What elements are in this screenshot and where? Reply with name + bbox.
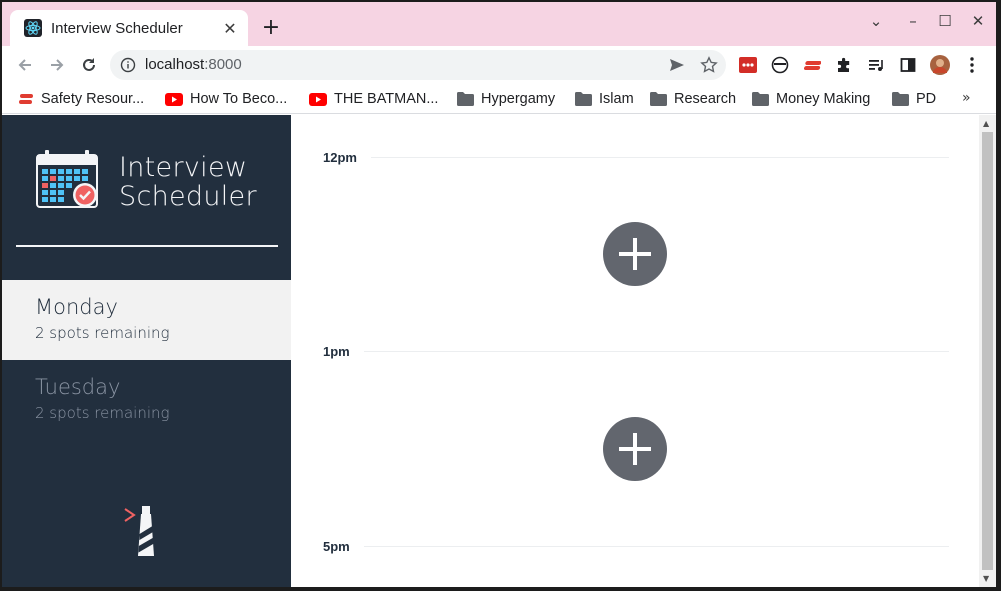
appointment-divider	[370, 156, 949, 158]
bookmark-item[interactable]: How To Beco...	[165, 89, 287, 109]
bookmark-label: Hypergamy	[481, 91, 556, 107]
tab-close-icon[interactable]: ✕	[218, 16, 242, 40]
star-icon[interactable]	[700, 56, 718, 78]
ext-lastpass-icon[interactable]	[738, 55, 758, 75]
bookmark-item[interactable]: Safety Resour...	[18, 89, 144, 109]
appointment-header: 1pm	[323, 341, 949, 361]
appointment-time: 5pm	[323, 538, 350, 554]
add-appointment-button[interactable]	[603, 417, 667, 481]
day-list-item-monday[interactable]: Monday 2 spots remaining	[2, 280, 291, 360]
bookmark-label: THE BATMAN...	[334, 91, 439, 107]
app-title: Interview Scheduler	[119, 153, 257, 211]
scrollbar-thumb[interactable]	[982, 132, 993, 570]
bookmark-label: Islam	[599, 91, 634, 107]
tab-strip: Interview Scheduler ✕ + ⌄ – ☐ ✕	[2, 2, 996, 46]
browser-menu-icon[interactable]	[962, 55, 982, 75]
bookmark-folder[interactable]: Money Making	[752, 89, 870, 109]
tab-interview-scheduler[interactable]: Interview Scheduler ✕	[10, 10, 248, 46]
appointment-divider	[363, 545, 949, 547]
bookmark-folder[interactable]: PD	[892, 89, 936, 109]
ext-red-icon	[18, 92, 34, 106]
forward-icon[interactable]	[44, 52, 70, 78]
minimize-icon[interactable]: –	[899, 12, 927, 30]
url-port: :8000	[204, 56, 242, 73]
close-window-icon[interactable]: ✕	[964, 12, 992, 30]
calendar-logo-icon	[35, 149, 101, 215]
youtube-icon	[165, 92, 183, 106]
new-tab-button[interactable]: +	[258, 14, 284, 40]
appointment-time: 1pm	[323, 343, 350, 359]
page-scrollbar[interactable]: ▲ ▼	[979, 115, 996, 587]
reload-icon[interactable]	[76, 52, 102, 78]
schedule-main: 12pm 1pm 5pm	[291, 115, 979, 587]
bookmark-label: Safety Resour...	[41, 91, 145, 107]
plus-icon	[619, 433, 651, 465]
address-bar[interactable]: localhost:8000	[110, 50, 726, 80]
bookmarks-overflow-icon[interactable]: »	[962, 90, 971, 106]
url-text: localhost:8000	[145, 56, 242, 73]
bookmark-label: Research	[674, 91, 737, 107]
day-list-item-tuesday[interactable]: Tuesday 2 spots remaining	[2, 360, 291, 440]
day-spots: 2 spots remaining	[35, 404, 170, 422]
bookmark-label: PD	[916, 91, 937, 107]
appointment-time: 12pm	[323, 149, 357, 165]
ext-red-icon[interactable]	[802, 55, 822, 75]
bookmark-label: Money Making	[776, 91, 871, 107]
bookmark-label: How To Beco...	[190, 91, 288, 107]
app-title-line2: Scheduler	[119, 181, 257, 212]
folder-icon	[892, 92, 909, 106]
bookmark-item[interactable]: THE BATMAN...	[309, 89, 438, 109]
folder-icon	[752, 92, 769, 106]
site-info-icon[interactable]	[120, 57, 136, 77]
extensions-puzzle-icon[interactable]	[834, 55, 854, 75]
back-icon[interactable]	[12, 52, 38, 78]
plus-icon	[619, 238, 651, 270]
appointment-header: 5pm	[323, 536, 949, 556]
react-icon	[24, 19, 42, 37]
maximize-icon[interactable]: ☐	[931, 12, 959, 30]
profile-avatar[interactable]	[930, 55, 950, 75]
tab-title: Interview Scheduler	[51, 19, 183, 37]
tab-search-icon[interactable]: ⌄	[862, 12, 890, 30]
folder-icon	[575, 92, 592, 106]
send-icon[interactable]	[668, 56, 686, 78]
page-viewport: Interview Scheduler Monday 2 spots remai…	[2, 115, 996, 587]
lighthouse-logo-icon	[123, 504, 159, 562]
bookmark-folder[interactable]: Hypergamy	[457, 89, 555, 109]
add-appointment-button[interactable]	[603, 222, 667, 286]
day-name: Monday	[35, 295, 118, 319]
appointment-divider	[363, 350, 949, 352]
scroll-down-icon[interactable]: ▼	[983, 574, 989, 583]
appointment-header: 12pm	[323, 147, 949, 167]
ext-face-icon[interactable]	[770, 55, 790, 75]
day-name: Tuesday	[35, 375, 121, 399]
side-panel-icon[interactable]	[898, 55, 918, 75]
youtube-icon	[309, 92, 327, 106]
scroll-up-icon[interactable]: ▲	[983, 119, 989, 128]
browser-window: Interview Scheduler ✕ + ⌄ – ☐ ✕ localhos…	[2, 2, 996, 587]
bookmarks-bar: Safety Resour... How To Beco... THE BATM…	[2, 84, 996, 114]
bookmark-folder[interactable]: Research	[650, 89, 736, 109]
day-spots: 2 spots remaining	[35, 324, 170, 342]
brand: Interview Scheduler	[35, 149, 257, 215]
folder-icon	[457, 92, 474, 106]
browser-toolbar: localhost:8000	[2, 46, 996, 84]
url-host: localhost	[145, 56, 205, 73]
app-title-line1: Interview	[119, 152, 248, 183]
sidebar-separator	[16, 245, 278, 247]
bookmark-folder[interactable]: Islam	[575, 89, 634, 109]
sidebar: Interview Scheduler Monday 2 spots remai…	[2, 115, 291, 587]
folder-icon	[650, 92, 667, 106]
media-playlist-icon[interactable]	[866, 55, 886, 75]
